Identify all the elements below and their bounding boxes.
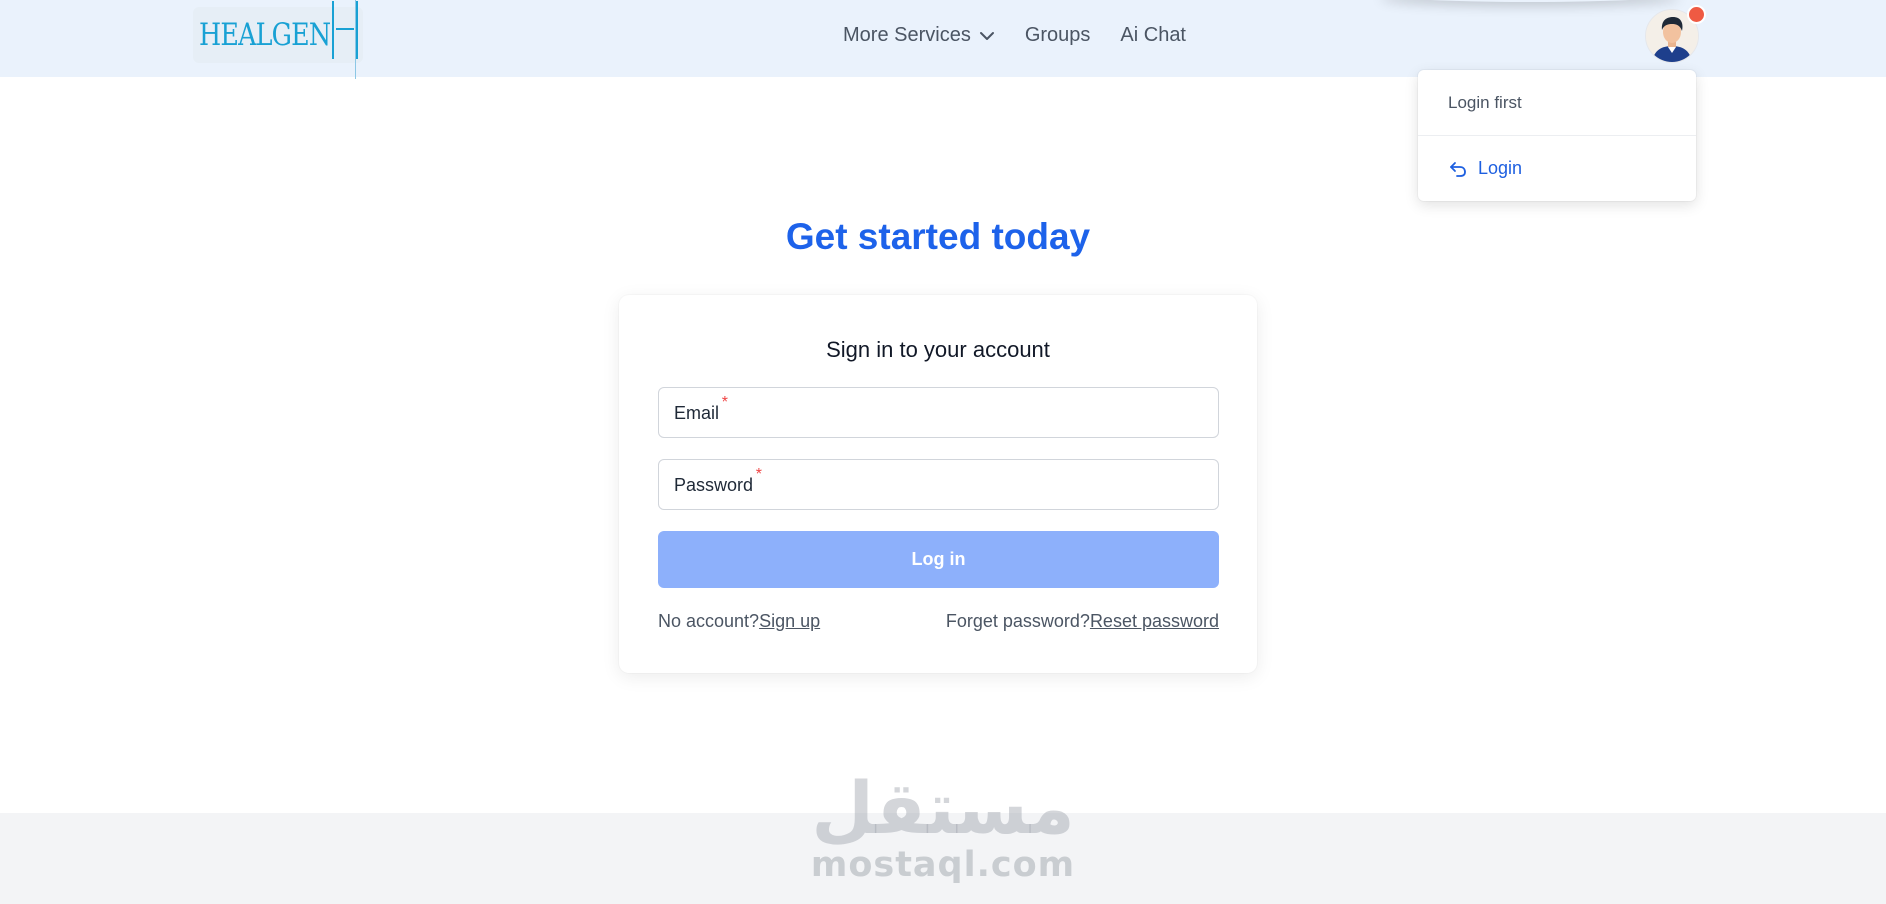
signin-card: Sign in to your account Email * Password…	[619, 295, 1257, 673]
forget-password-text: Forget password?	[945, 611, 1090, 631]
nav-ai-chat[interactable]: Ai Chat	[1120, 24, 1186, 47]
required-mark: *	[755, 466, 763, 483]
signup-link[interactable]: Sign up	[759, 611, 820, 631]
logo-text: HEALGEN	[199, 17, 331, 53]
undo-arrow-icon	[1450, 161, 1466, 177]
no-account-text: No account?	[658, 611, 760, 631]
nav-groups[interactable]: Groups	[1025, 24, 1091, 47]
main-nav: More Services Groups Ai Chat	[843, 24, 1186, 47]
user-dropdown-menu: Login first Login	[1418, 70, 1696, 201]
notification-dot	[1687, 5, 1706, 24]
menu-login-label: Login	[1478, 158, 1523, 178]
password-field[interactable]: Password *	[658, 459, 1219, 510]
reset-prompt: Forget password?Reset password	[946, 611, 1219, 632]
nav-groups-label: Groups	[1024, 24, 1091, 46]
page-title: Get started today	[785, 216, 1091, 257]
login-first-text: Login first	[1448, 93, 1522, 112]
nav-more-services[interactable]: More Services	[843, 24, 995, 47]
signin-title: Sign in to your account	[826, 337, 1050, 362]
nav-ai-chat-label: Ai Chat	[1120, 24, 1186, 46]
chevron-down-icon	[979, 31, 994, 40]
password-label-text: Password	[674, 475, 754, 495]
email-label-text: Email	[674, 403, 720, 423]
watermark-latin: mostaql.com	[810, 845, 1076, 885]
watermark-arabic: مستقل	[811, 766, 1075, 850]
nav-more-services-label: More Services	[843, 24, 971, 46]
email-field[interactable]: Email *	[658, 387, 1219, 438]
menu-divider	[1418, 135, 1696, 136]
password-label: Password *	[674, 466, 762, 496]
required-mark: *	[721, 394, 729, 411]
signup-prompt: No account?Sign up	[658, 611, 820, 632]
account-links: No account?Sign up Forget password?Reset…	[658, 611, 1219, 632]
top-navbar: HEALGEN More Services Groups Ai Chat	[0, 0, 1886, 79]
login-button[interactable]: Log in	[658, 531, 1219, 588]
brand-logo[interactable]: HEALGEN	[193, 0, 363, 79]
email-label: Email *	[674, 394, 728, 424]
logo-line	[355, 0, 356, 79]
reset-password-link[interactable]: Reset password	[1090, 611, 1219, 631]
menu-login-item[interactable]: Login	[1448, 158, 1522, 179]
